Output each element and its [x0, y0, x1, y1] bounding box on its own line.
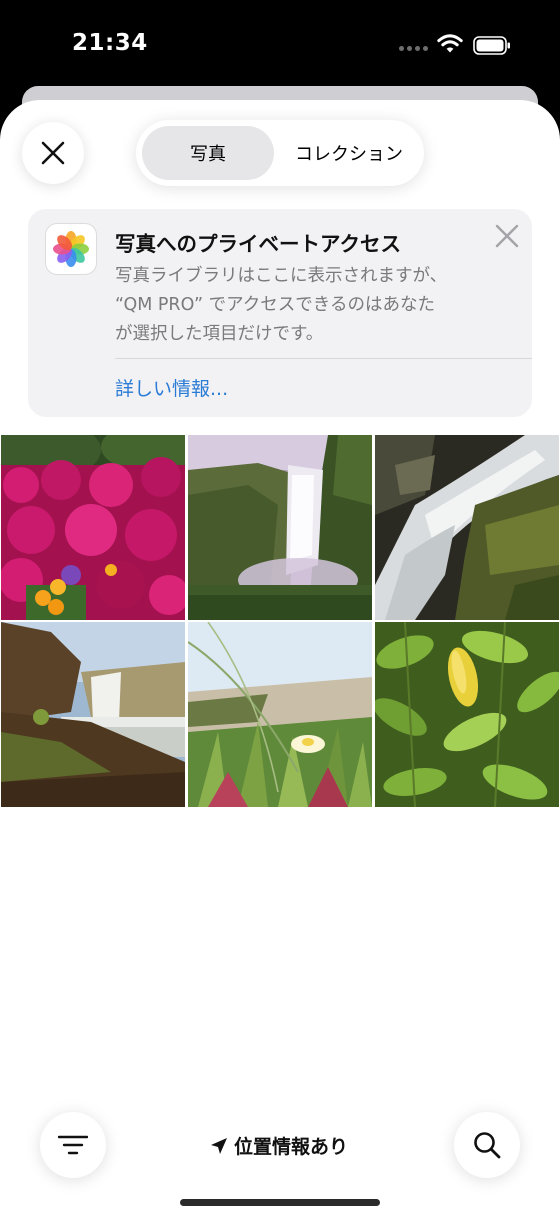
photo-thumbnail[interactable]	[188, 435, 372, 620]
wifi-icon	[437, 34, 463, 53]
photo-thumbnail[interactable]	[375, 435, 559, 620]
location-filter[interactable]: 位置情報あり	[210, 1132, 348, 1159]
location-arrow-icon	[211, 1137, 227, 1154]
filter-lines-icon	[58, 1135, 88, 1155]
tab-switcher: 写真 コレクション	[136, 120, 424, 186]
photo-thumbnail[interactable]	[1, 622, 185, 807]
banner-close-icon[interactable]	[494, 223, 520, 249]
photo-picker-sheet: 写真 コレクション 写真へのプライベートアクセス 写真ライブラリはここに表示され…	[0, 100, 560, 1218]
banner-description-line: が選択した項目だけです。	[115, 324, 324, 344]
filter-button[interactable]	[40, 1112, 106, 1178]
battery-icon	[473, 36, 510, 55]
status-time: 21:34	[72, 30, 148, 56]
photo-thumbnail[interactable]	[188, 622, 372, 807]
banner-description-line: “QM PRO” でアクセスできるのはあなた	[115, 295, 435, 315]
photos-app-icon	[45, 223, 97, 275]
status-bar: 21:34	[0, 0, 560, 90]
banner-divider	[115, 358, 532, 359]
photo-thumbnail[interactable]	[1, 435, 185, 620]
banner-description: 写真ライブラリはここに表示されますが、 “QM PRO” でアクセスできるのはあ…	[115, 262, 495, 349]
tab-photos[interactable]: 写真	[142, 126, 274, 180]
close-icon	[41, 141, 65, 165]
location-label: 位置情報あり	[234, 1136, 349, 1158]
privacy-banner: 写真へのプライベートアクセス 写真ライブラリはここに表示されますが、 “QM P…	[28, 209, 532, 417]
learn-more-link[interactable]: 詳しい情報...	[115, 374, 228, 401]
banner-description-line: 写真ライブラリはここに表示されますが、	[115, 266, 448, 286]
home-indicator[interactable]	[180, 1199, 380, 1206]
cellular-dots-icon	[399, 44, 429, 52]
search-button[interactable]	[454, 1112, 520, 1178]
photo-thumbnail[interactable]	[375, 622, 559, 807]
banner-title: 写真へのプライベートアクセス	[115, 232, 401, 256]
tab-collections[interactable]: コレクション	[280, 126, 418, 180]
magnifier-icon	[474, 1132, 501, 1159]
close-button[interactable]	[22, 122, 84, 184]
